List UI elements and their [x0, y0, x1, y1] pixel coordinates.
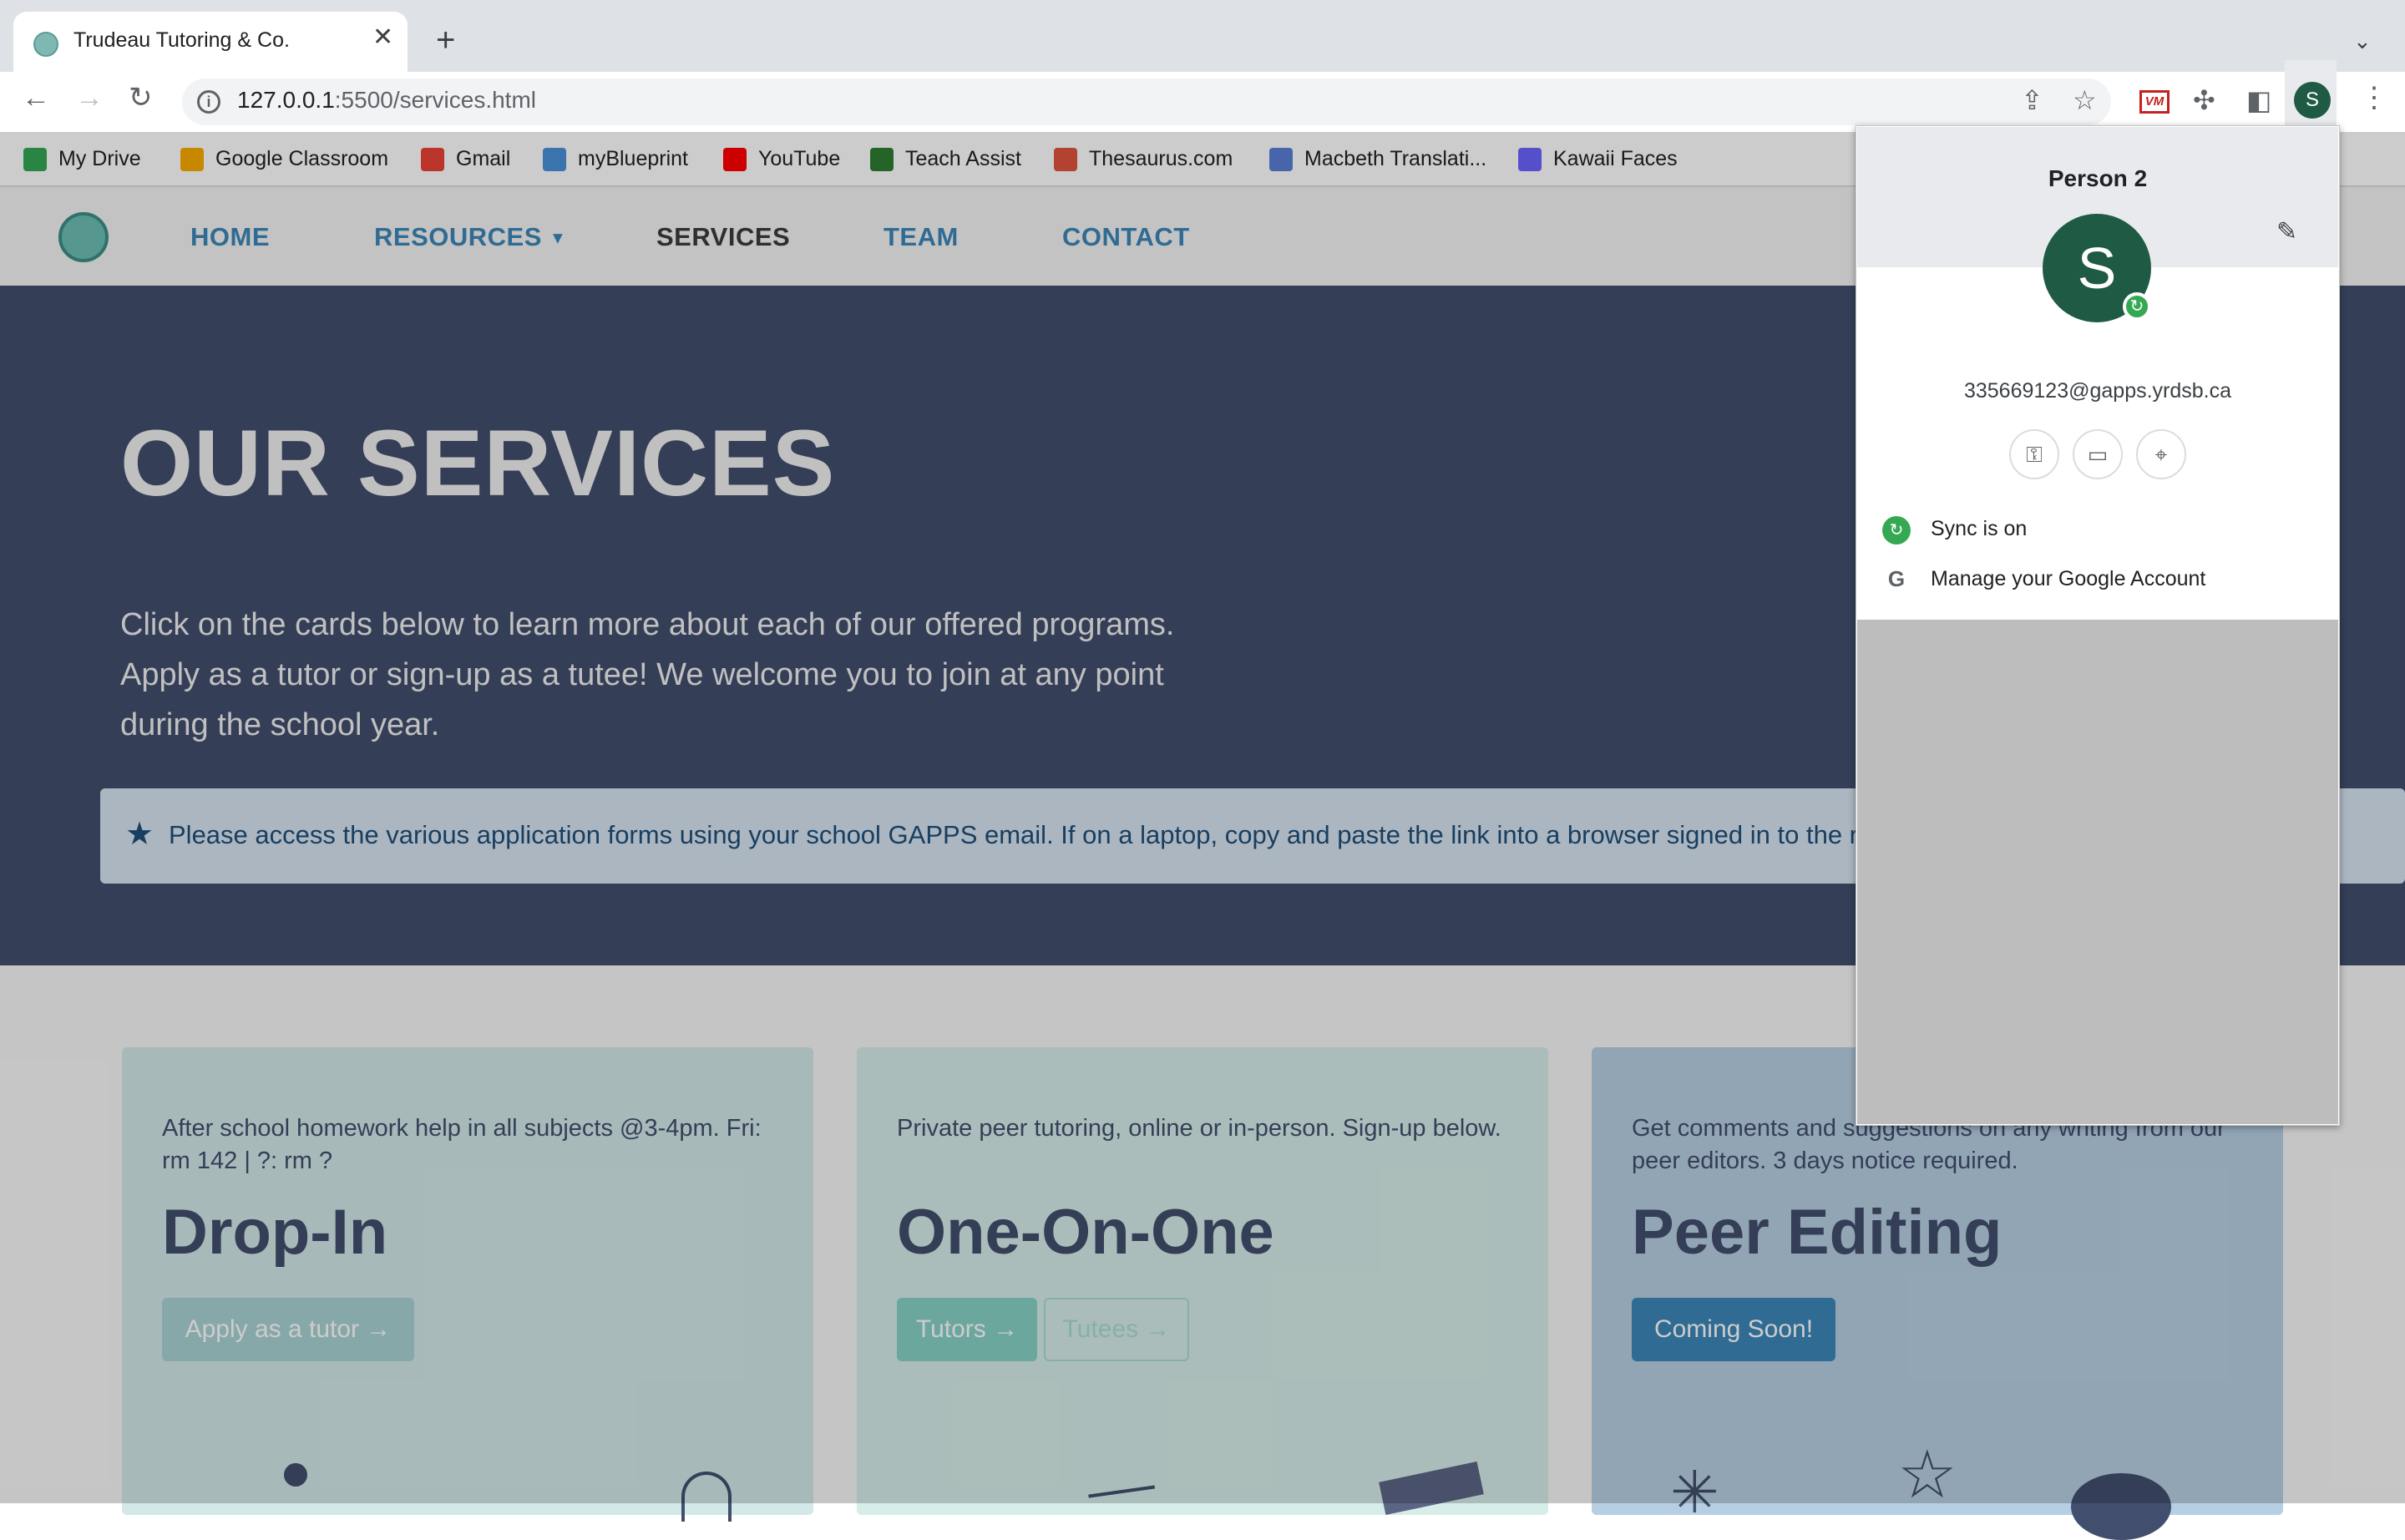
url-host: 127.0.0.1: [237, 87, 335, 113]
site-info-icon[interactable]: i: [197, 90, 220, 114]
side-panel-icon[interactable]: ◧: [2246, 87, 2271, 114]
tab-title: Trudeau Tutoring & Co.: [73, 28, 290, 52]
tab-favicon-icon: [33, 32, 58, 57]
profile-email: 335669123@gapps.yrdsb.ca: [1963, 379, 2232, 403]
addresses-pin-icon[interactable]: ⌖: [2136, 429, 2186, 479]
back-button[interactable]: ←: [22, 84, 50, 112]
profile-name: Person 2: [2048, 165, 2148, 191]
payment-card-icon[interactable]: ▭: [2073, 429, 2123, 479]
url-path: :5500/services.html: [334, 87, 536, 113]
browser-menu-icon[interactable]: ⋮: [2360, 84, 2388, 112]
close-tab-icon[interactable]: ✕: [372, 25, 393, 50]
forward-button[interactable]: →: [75, 84, 104, 112]
manage-account-item[interactable]: Manage your Google Account: [1931, 567, 2205, 591]
profile-popup-empty-area: [1857, 620, 2338, 1124]
tab-search-chevron-icon[interactable]: ⌄: [2353, 28, 2372, 54]
passwords-key-icon[interactable]: ⚿: [2009, 429, 2059, 479]
extensions-puzzle-icon[interactable]: ✣: [2193, 87, 2215, 114]
vm-extension-icon[interactable]: VM: [2139, 90, 2170, 114]
profile-avatar-button[interactable]: S: [2294, 82, 2331, 119]
bookmark-star-icon[interactable]: ☆: [2073, 87, 2097, 114]
url-text[interactable]: 127.0.0.1:5500/services.html: [237, 87, 536, 114]
reload-button[interactable]: ↻: [129, 84, 153, 112]
sync-status-item[interactable]: Sync is on: [1931, 517, 2027, 541]
edit-pencil-icon[interactable]: ✎: [2276, 217, 2297, 246]
sync-icon: ↻: [1882, 516, 1911, 545]
sync-badge-icon: ↻: [2123, 292, 2151, 321]
share-icon[interactable]: ⇪: [2021, 87, 2043, 114]
new-tab-button[interactable]: +: [436, 23, 455, 57]
google-g-icon: G: [1887, 566, 1906, 591]
